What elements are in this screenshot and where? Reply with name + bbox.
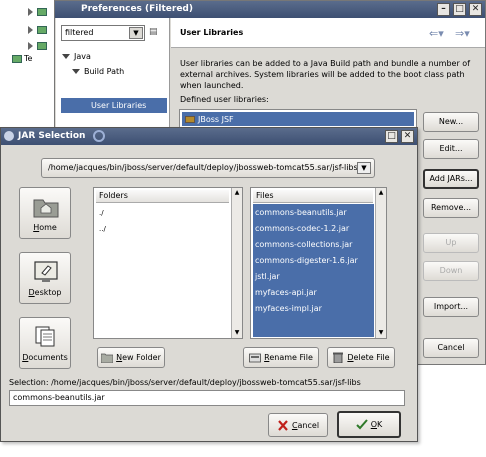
button-label: Rename File	[264, 353, 313, 362]
cancel-button[interactable]: Cancel	[268, 413, 328, 437]
current-path: /home/jacques/bin/jboss/server/default/d…	[48, 163, 358, 172]
ok-icon	[356, 419, 368, 430]
scroll-up-icon[interactable]: ▲	[232, 188, 242, 198]
list-item[interactable]: commons-codec-1.2.jar	[255, 224, 349, 233]
clear-filter-icon[interactable]: ▤	[149, 27, 163, 39]
place-documents[interactable]: Documents	[19, 317, 71, 369]
place-label: Documents	[22, 353, 68, 362]
folders-header: Folders	[96, 190, 229, 203]
jar-icon	[37, 26, 47, 34]
new-folder-icon	[101, 353, 114, 363]
import-button[interactable]: Import...	[423, 297, 479, 317]
nav-item-build-path[interactable]: Build Path	[72, 64, 124, 78]
jar-selection-dialog: JAR Selection □ ✕ /home/jacques/bin/jbos…	[0, 127, 418, 442]
jar-icon	[37, 42, 47, 50]
maximize-icon[interactable]: □	[453, 3, 466, 16]
tree-item-te[interactable]: Te	[12, 54, 32, 63]
page-description: User libraries can be added to a Java Bu…	[180, 59, 471, 90]
list-item[interactable]: ../	[99, 225, 106, 233]
scroll-down-icon[interactable]: ▼	[376, 328, 386, 338]
place-desktop[interactable]: Desktop	[19, 252, 71, 304]
files-list[interactable]: Files commons-beanutils.jar commons-code…	[250, 187, 387, 339]
folders-scrollbar[interactable]: ▲ ▼	[231, 188, 242, 338]
button-label: New Folder	[116, 353, 161, 362]
rename-icon	[249, 353, 262, 363]
ok-button[interactable]: OK	[337, 411, 401, 438]
nav-label: Build Path	[84, 66, 125, 76]
list-item[interactable]: myfaces-impl.jar	[255, 304, 322, 313]
list-item[interactable]: myfaces-api.jar	[255, 288, 317, 297]
tree-item-label: Te	[24, 54, 33, 63]
down-button[interactable]: Down	[423, 261, 479, 281]
forward-arrow-icon[interactable]: ⇒▾	[455, 27, 470, 40]
nav-label: Java	[74, 51, 91, 61]
list-item[interactable]: ./	[99, 209, 104, 217]
preferences-titlebar[interactable]: Preferences (Filtered) – □ ✕	[55, 1, 485, 18]
window-menu-icon[interactable]	[4, 131, 14, 141]
page-title: User Libraries	[180, 28, 244, 37]
place-label: Home	[33, 223, 57, 232]
rename-file-button[interactable]: Rename File	[243, 347, 319, 368]
nav-label: User Libraries	[91, 101, 147, 110]
selection-label: Selection: /home/jacques/bin/jboss/serve…	[9, 378, 361, 387]
home-folder-icon	[33, 199, 59, 218]
library-name: JBoss JSF	[198, 114, 234, 124]
dropdown-icon[interactable]: ▼	[129, 27, 143, 39]
up-button[interactable]: Up	[423, 233, 479, 253]
delete-icon	[333, 352, 344, 363]
scroll-up-icon[interactable]: ▲	[376, 188, 386, 198]
maximize-icon[interactable]: □	[385, 130, 398, 143]
close-icon[interactable]: ✕	[401, 130, 414, 143]
files-scrollbar[interactable]: ▲ ▼	[375, 188, 386, 338]
documents-icon	[35, 326, 55, 347]
jar-icon	[37, 8, 47, 16]
nav-item-java[interactable]: Java	[62, 49, 91, 63]
place-label: Desktop	[28, 288, 62, 297]
tree-item[interactable]	[28, 24, 47, 36]
button-label: Delete File	[347, 353, 390, 362]
edit-button[interactable]: Edit...	[423, 139, 479, 159]
app-icon	[93, 130, 105, 142]
tree-item[interactable]	[28, 40, 47, 52]
cancel-icon	[278, 419, 288, 431]
window-title: JAR Selection	[18, 131, 86, 141]
new-button[interactable]: New...	[423, 112, 479, 132]
delete-file-button[interactable]: Delete File	[327, 347, 395, 368]
remove-button[interactable]: Remove...	[423, 198, 479, 218]
button-label: OK	[370, 420, 383, 429]
page-header: User Libraries ⇐▾ ⇒▾	[171, 18, 485, 48]
preferences-cancel-button[interactable]: Cancel	[423, 338, 479, 358]
filter-value: filtered	[65, 28, 94, 37]
list-item[interactable]: jstl.jar	[255, 272, 280, 281]
close-icon[interactable]: ✕	[469, 3, 482, 16]
place-home[interactable]: Home	[19, 187, 71, 239]
jar-selection-titlebar[interactable]: JAR Selection □ ✕	[1, 128, 417, 145]
window-title: Preferences (Filtered)	[81, 4, 193, 14]
expand-icon[interactable]	[72, 68, 80, 74]
back-arrow-icon[interactable]: ⇐▾	[429, 27, 444, 40]
minimize-icon[interactable]: –	[437, 3, 450, 16]
list-item[interactable]: commons-collections.jar	[255, 240, 352, 249]
tree-item[interactable]	[28, 6, 47, 18]
list-item[interactable]: commons-digester-1.6.jar	[255, 256, 358, 265]
selection-input[interactable]: commons-beanutils.jar	[9, 390, 405, 406]
nav-item-user-libraries[interactable]: User Libraries	[61, 98, 167, 113]
filter-combo[interactable]: filtered ▼	[61, 25, 145, 41]
list-item[interactable]: commons-beanutils.jar	[255, 208, 347, 217]
project-icon	[12, 54, 22, 63]
files-header: Files	[253, 190, 373, 203]
library-icon	[185, 115, 195, 123]
path-combo[interactable]: /home/jacques/bin/jboss/server/default/d…	[41, 158, 375, 178]
expand-icon[interactable]	[62, 53, 70, 59]
new-folder-button[interactable]: New Folder	[97, 347, 165, 368]
folders-list[interactable]: Folders ./ ../ ▲ ▼	[93, 187, 243, 339]
desktop-icon	[34, 261, 58, 282]
dropdown-icon[interactable]: ▼	[357, 162, 371, 174]
button-label: Cancel	[291, 420, 320, 430]
add-jars-button[interactable]: Add JARs...	[423, 169, 479, 189]
defined-libraries-label: Defined user libraries:	[180, 95, 269, 104]
scroll-down-icon[interactable]: ▼	[232, 328, 242, 338]
list-item[interactable]: JBoss JSF	[182, 112, 414, 126]
